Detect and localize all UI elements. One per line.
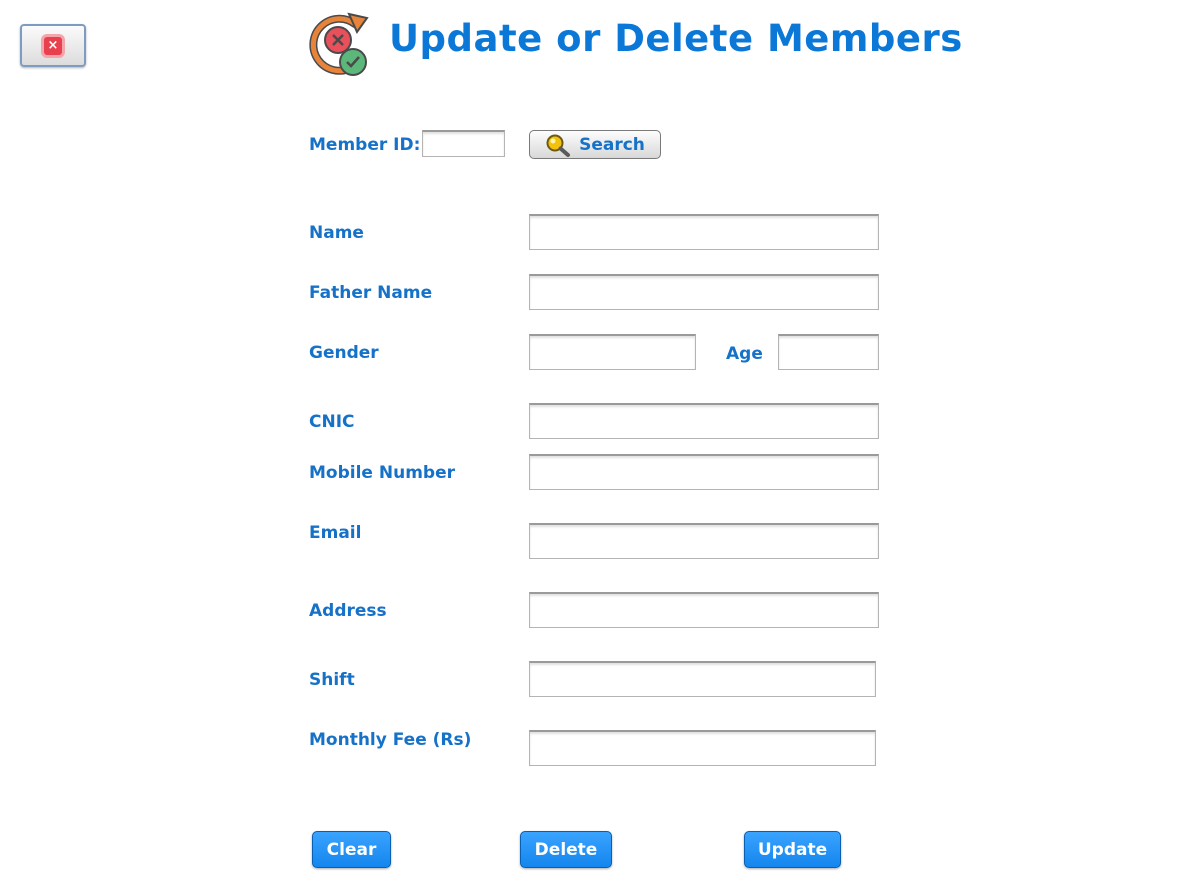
member-id-label: Member ID: [309,135,421,155]
mobile-number-label: Mobile Number [309,463,455,483]
close-icon: × [44,36,62,55]
monthly-fee-label: Monthly Fee (Rs) [309,730,472,750]
father-name-field[interactable] [529,274,879,310]
address-field[interactable] [529,592,879,628]
email-field[interactable] [529,523,879,559]
update-button[interactable]: Update [744,831,841,868]
update-delete-icon [309,12,369,76]
delete-button[interactable]: Delete [520,831,612,868]
page-title: Update or Delete Members [389,17,963,60]
age-label: Age [726,344,763,364]
clear-button[interactable]: Clear [312,831,391,868]
search-button[interactable]: Search [529,130,661,159]
member-id-input[interactable] [422,130,505,157]
cnic-label: CNIC [309,412,355,432]
gender-label: Gender [309,343,379,363]
shift-label: Shift [309,670,355,690]
close-button[interactable]: × [20,24,86,67]
shift-field[interactable] [529,661,876,697]
name-field[interactable] [529,214,879,250]
email-label: Email [309,523,362,543]
gender-field[interactable] [529,334,696,370]
age-field[interactable] [778,334,879,370]
search-button-label: Search [579,134,645,155]
magnifier-icon [546,134,571,157]
cnic-field[interactable] [529,403,879,439]
address-label: Address [309,601,387,621]
father-name-label: Father Name [309,283,433,303]
mobile-number-field[interactable] [529,454,879,490]
monthly-fee-field[interactable] [529,730,876,766]
name-label: Name [309,223,364,243]
